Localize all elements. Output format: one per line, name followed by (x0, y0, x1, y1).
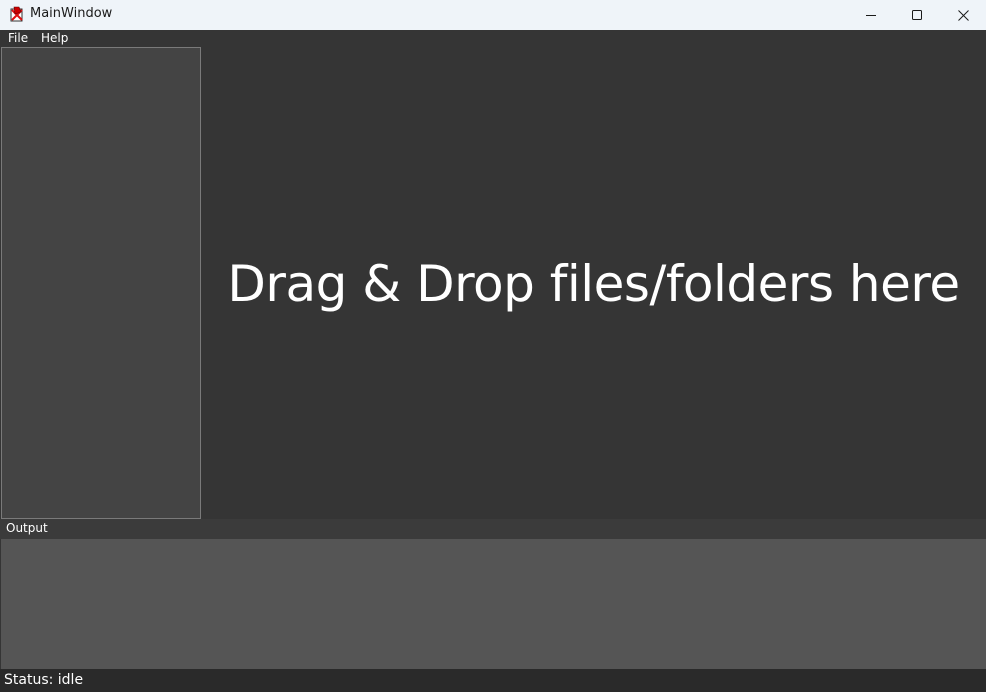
maximize-icon (912, 10, 922, 20)
maximize-button[interactable] (894, 0, 940, 30)
menu-bar: File Help (0, 30, 986, 47)
window-title: MainWindow (30, 6, 113, 21)
file-list-panel[interactable] (1, 47, 201, 519)
minimize-icon (866, 15, 876, 16)
minimize-button[interactable] (848, 0, 894, 30)
title-bar[interactable]: MainWindow (0, 0, 986, 30)
main-window: MainWindow File Help Drag & Drop files/f… (0, 0, 986, 692)
menu-file[interactable]: File (8, 31, 28, 46)
close-icon (957, 9, 969, 21)
drop-zone-text: Drag & Drop files/folders here (227, 255, 960, 313)
output-area[interactable] (1, 539, 986, 669)
output-header: Output (0, 519, 986, 539)
output-label: Output (6, 521, 48, 535)
close-button[interactable] (940, 0, 986, 30)
status-bar: Status: idle (0, 669, 986, 692)
drop-zone[interactable]: Drag & Drop files/folders here (201, 47, 986, 519)
menu-help[interactable]: Help (41, 31, 68, 46)
app-icon (10, 6, 23, 22)
status-text: Status: idle (4, 672, 84, 688)
